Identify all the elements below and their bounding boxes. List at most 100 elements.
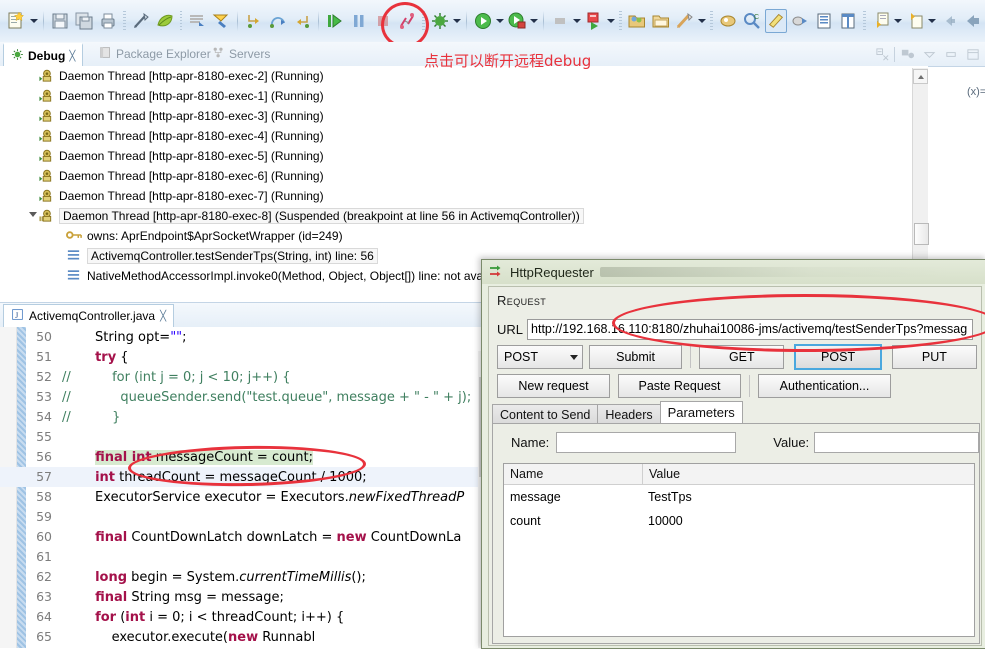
tree-row[interactable]: Daemon Thread [http-apr-8180-exec-3] (Ru… [0, 106, 928, 126]
code-line[interactable]: 61 [26, 547, 478, 567]
tree-row[interactable]: Daemon Thread [http-apr-8180-exec-1] (Ru… [0, 86, 928, 106]
coverage-icon[interactable] [549, 10, 571, 32]
tree-row[interactable]: owns: AprEndpoint$AprSocketWrapper (id=2… [0, 226, 928, 246]
run-dropdown-arrow[interactable] [495, 10, 505, 32]
forward-icon[interactable] [962, 10, 984, 32]
code-line[interactable]: 51 try { [26, 347, 478, 367]
save-all-icon[interactable] [73, 10, 95, 32]
variables-view-tab[interactable]: (x)= [967, 86, 985, 108]
tab-debug[interactable]: Debug ╳ [3, 43, 84, 68]
ruler-icon[interactable] [837, 10, 859, 32]
post-button[interactable]: POST [794, 344, 882, 370]
step-into-icon[interactable] [243, 10, 265, 32]
server-icon[interactable] [583, 10, 605, 32]
url-input[interactable]: http://192.168.16.110:8180/zhuhai10086-j… [527, 318, 973, 340]
put-button[interactable]: PUT [891, 345, 977, 369]
pin-icon[interactable] [897, 45, 917, 64]
validate-icon[interactable] [210, 10, 232, 32]
previous-annotation-icon[interactable] [904, 10, 926, 32]
build-icon[interactable] [186, 10, 208, 32]
step-over-icon[interactable] [267, 10, 289, 32]
leaf-icon[interactable] [154, 10, 176, 32]
outline-icon[interactable] [813, 10, 835, 32]
tab-servers[interactable]: Servers [205, 42, 277, 65]
submit-button[interactable]: Submit [588, 345, 683, 369]
tab-headers[interactable]: Headers [597, 404, 661, 424]
maximize-icon[interactable] [963, 45, 983, 64]
code-line[interactable]: 54 // } [26, 407, 478, 427]
tab-parameters[interactable]: Parameters [659, 401, 743, 424]
view-menu-icon[interactable] [919, 45, 939, 64]
method-combo[interactable]: POST [497, 345, 583, 369]
tab-package-explorer[interactable]: Package Explorer [92, 42, 218, 65]
toggle-mark-occurrences-icon[interactable] [130, 10, 152, 32]
external-tools-dropdown-arrow[interactable] [529, 10, 539, 32]
value-input[interactable] [814, 431, 979, 453]
code-line[interactable]: 64 for (int i = 0; i < threadCount; i++)… [26, 607, 478, 627]
code-line[interactable]: 63 final String msg = message; [26, 587, 478, 607]
search-icon[interactable]: C [741, 10, 763, 32]
dialog-title-bar[interactable]: HttpRequester [482, 260, 985, 284]
back-icon[interactable] [938, 10, 960, 32]
scroll-up-button[interactable] [913, 69, 928, 84]
new-java-project-icon[interactable] [626, 10, 648, 32]
code-line[interactable]: 56 final int messageCount = count; [26, 447, 478, 467]
table-row[interactable]: message TestTps [504, 485, 974, 509]
breakpoint-gutter[interactable] [0, 327, 17, 648]
minimize-icon[interactable] [941, 45, 961, 64]
code-line[interactable]: 52 // for (int j = 0; j < 10; j++) { [26, 367, 478, 387]
parameters-table[interactable]: Name Value message TestTps count 10000 [503, 463, 975, 637]
save-icon[interactable] [49, 10, 71, 32]
tree-row[interactable]: Daemon Thread [http-apr-8180-exec-8] (Su… [0, 206, 928, 226]
code-line[interactable]: 58 ExecutorService executor = Executors.… [26, 487, 478, 507]
table-row[interactable]: count 10000 [504, 509, 974, 533]
editor-tab-activemqcontroller[interactable]: J ActivemqController.java ╳ [3, 304, 175, 328]
run-external-tools-icon[interactable] [506, 10, 528, 32]
previous-annotation-dropdown-arrow[interactable] [927, 10, 937, 32]
new-wizard-icon[interactable] [5, 10, 27, 32]
code-line[interactable]: 57 int threadCount = messageCount / 1000… [26, 467, 478, 487]
step-return-icon[interactable] [291, 10, 313, 32]
collapse-all-icon[interactable] [872, 45, 892, 64]
run-icon[interactable] [472, 10, 494, 32]
code-line[interactable]: 65 executor.execute(new Runnabl [26, 627, 478, 647]
debug-dropdown-arrow[interactable] [452, 10, 462, 32]
tab-content-to-send[interactable]: Content to Send [492, 404, 599, 424]
tab-debug-close-icon[interactable]: ╳ [69, 51, 75, 62]
get-button[interactable]: GET [699, 345, 785, 369]
resume-icon[interactable] [324, 10, 346, 32]
authentication-button[interactable]: Authentication... [758, 374, 891, 398]
next-annotation-dropdown-arrow[interactable] [893, 10, 903, 32]
tree-row[interactable]: Daemon Thread [http-apr-8180-exec-5] (Ru… [0, 146, 928, 166]
suspend-icon[interactable] [348, 10, 370, 32]
disconnect-icon[interactable] [396, 10, 418, 32]
open-type-icon[interactable] [717, 10, 739, 32]
print-icon[interactable] [97, 10, 119, 32]
code-line[interactable]: 62 long begin = System.currentTimeMillis… [26, 567, 478, 587]
new-package-icon[interactable] [650, 10, 672, 32]
code-line[interactable]: 50 String opt=""; [26, 327, 478, 347]
terminate-icon[interactable] [372, 10, 394, 32]
name-input[interactable] [555, 431, 737, 453]
coverage-dropdown-arrow[interactable] [572, 10, 582, 32]
link-icon[interactable] [789, 10, 811, 32]
new-class-dropdown-arrow[interactable] [697, 10, 707, 32]
new-class-icon[interactable] [674, 10, 696, 32]
server-dropdown-arrow[interactable] [606, 10, 616, 32]
debug-icon[interactable] [429, 10, 451, 32]
tree-row[interactable]: Daemon Thread [http-apr-8180-exec-6] (Ru… [0, 166, 928, 186]
code-line[interactable]: 55 [26, 427, 478, 447]
code-line[interactable]: 59 [26, 507, 478, 527]
new-dropdown-arrow[interactable] [28, 10, 39, 32]
code-text-area[interactable]: 50 String opt=""; 51 try {52// for (int j… [0, 327, 488, 648]
code-line[interactable]: 53 // queueSender.send("test.queue", mess… [26, 387, 478, 407]
next-annotation-icon[interactable] [870, 10, 892, 32]
highlight-icon[interactable] [764, 9, 788, 33]
tree-row[interactable]: Daemon Thread [http-apr-8180-exec-7] (Ru… [0, 186, 928, 206]
editor-tab-close-icon[interactable]: ╳ [160, 311, 166, 322]
tree-expander[interactable] [27, 206, 38, 226]
scrollbar-thumb[interactable] [914, 223, 929, 245]
new-request-button[interactable]: New request [497, 374, 610, 398]
tree-row[interactable]: Daemon Thread [http-apr-8180-exec-4] (Ru… [0, 126, 928, 146]
paste-request-button[interactable]: Paste Request [618, 374, 741, 398]
